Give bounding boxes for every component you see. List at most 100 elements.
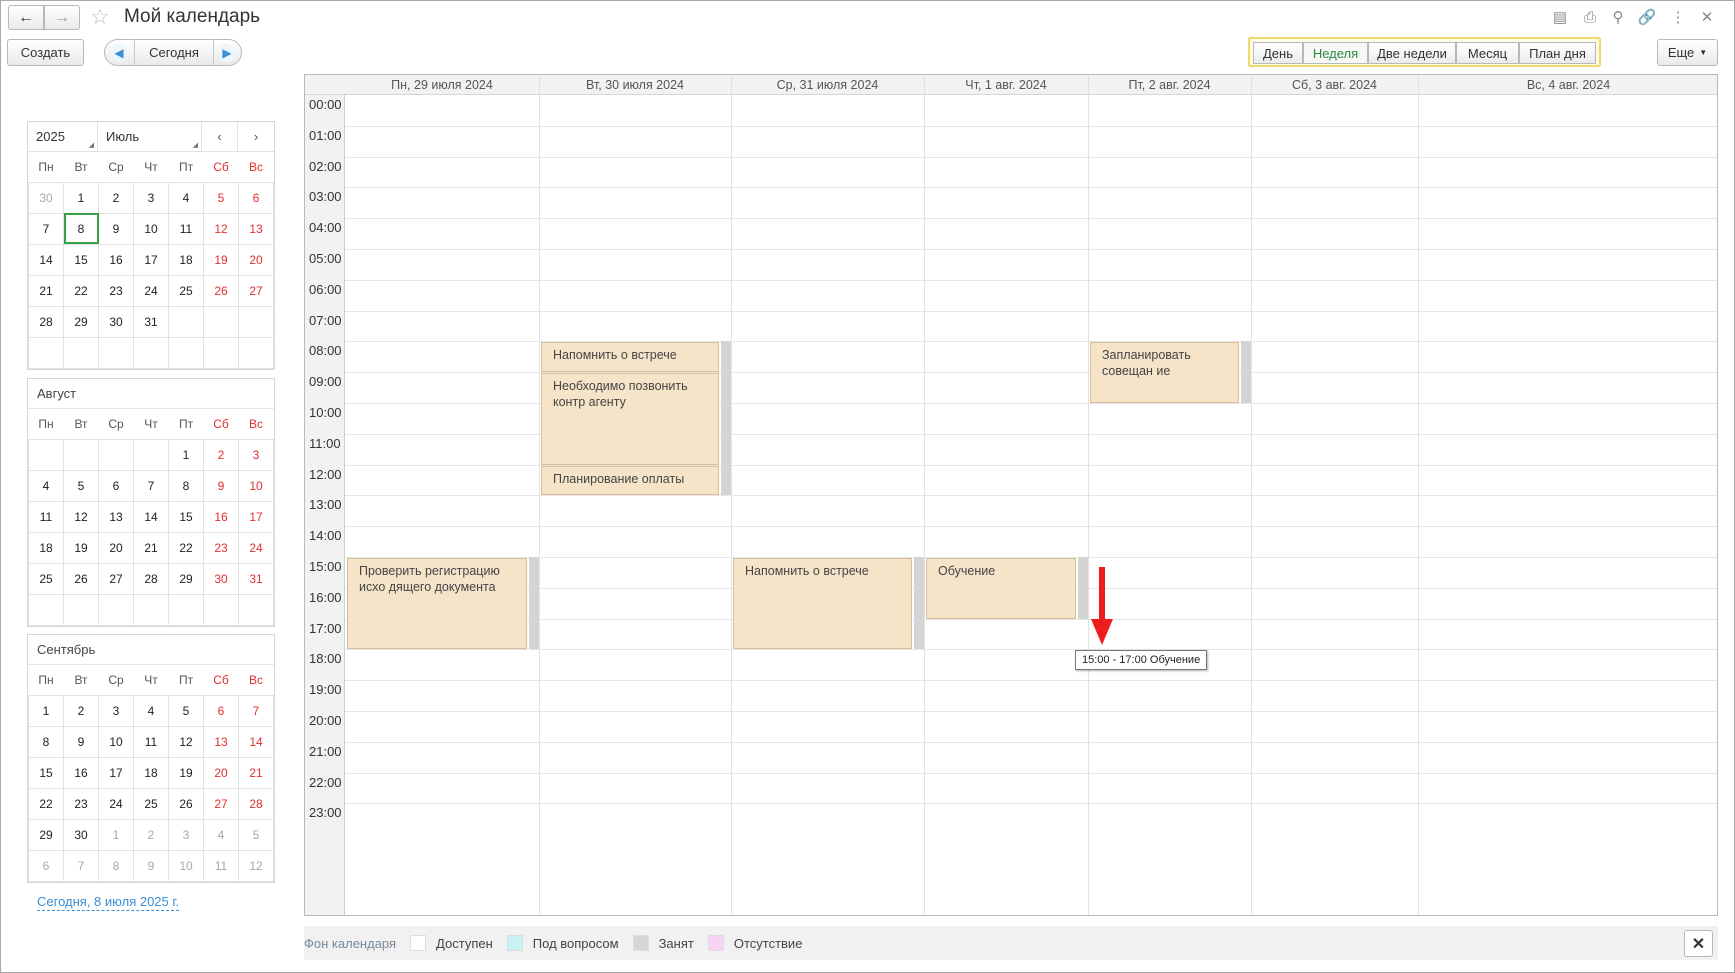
- day-cell[interactable]: 28: [133, 562, 169, 595]
- day-cell[interactable]: 27: [203, 787, 239, 820]
- day-cell[interactable]: 12: [168, 725, 204, 758]
- day-cell[interactable]: 18: [28, 531, 64, 564]
- create-button[interactable]: Создать: [7, 39, 84, 66]
- day-cell[interactable]: 5: [203, 181, 239, 214]
- day-cell[interactable]: 8: [168, 469, 204, 502]
- day-cell[interactable]: 21: [28, 274, 64, 307]
- star-icon[interactable]: ☆: [90, 4, 110, 30]
- day-cell[interactable]: 4: [168, 181, 204, 214]
- day-cell[interactable]: 30: [28, 181, 64, 214]
- print-icon[interactable]: ⎙: [1581, 8, 1599, 26]
- day-cell[interactable]: 9: [98, 212, 134, 245]
- day-cell[interactable]: 22: [63, 274, 99, 307]
- day-cell[interactable]: 8: [28, 725, 64, 758]
- day-cell[interactable]: 12: [238, 849, 274, 882]
- day-cell[interactable]: 19: [63, 531, 99, 564]
- link-icon[interactable]: 🔗: [1638, 8, 1657, 26]
- day-cell[interactable]: 16: [203, 500, 239, 533]
- day-cell[interactable]: 30: [203, 562, 239, 595]
- day-cell[interactable]: 3: [168, 818, 204, 851]
- day-cell[interactable]: 11: [28, 500, 64, 533]
- day-cell[interactable]: 20: [238, 243, 274, 276]
- day-cell[interactable]: 12: [63, 500, 99, 533]
- day-cell[interactable]: 12: [203, 212, 239, 245]
- calendar-event[interactable]: Проверить регистрацию исхо дящего докуме…: [347, 558, 527, 650]
- day-cell[interactable]: 28: [238, 787, 274, 820]
- day-cell[interactable]: 2: [98, 181, 134, 214]
- day-cell[interactable]: 23: [203, 531, 239, 564]
- close-icon[interactable]: ✕: [1698, 8, 1716, 26]
- day-cell[interactable]: 10: [98, 725, 134, 758]
- day-cell[interactable]: 26: [63, 562, 99, 595]
- year-select[interactable]: 2025 ◢: [28, 122, 98, 151]
- view-day-plan-button[interactable]: План дня: [1519, 42, 1596, 64]
- today-button[interactable]: Сегодня: [134, 39, 214, 66]
- day-column-header[interactable]: Вт, 30 июля 2024: [539, 75, 731, 95]
- day-cell[interactable]: 28: [28, 305, 64, 338]
- day-cell[interactable]: 1: [168, 438, 204, 471]
- day-cell[interactable]: 25: [168, 274, 204, 307]
- day-cell[interactable]: 24: [133, 274, 169, 307]
- day-cell[interactable]: 21: [238, 756, 274, 789]
- day-cell[interactable]: 19: [203, 243, 239, 276]
- close-legend-button[interactable]: ✕: [1684, 930, 1713, 957]
- day-cell[interactable]: 5: [238, 818, 274, 851]
- forward-button[interactable]: →: [44, 5, 80, 30]
- day-cell[interactable]: 13: [238, 212, 274, 245]
- day-cell[interactable]: 11: [203, 849, 239, 882]
- day-cell[interactable]: 2: [133, 818, 169, 851]
- day-cell[interactable]: 1: [98, 818, 134, 851]
- more-vert-icon[interactable]: ⋮: [1669, 8, 1687, 26]
- day-cell[interactable]: 25: [28, 562, 64, 595]
- day-cell[interactable]: 27: [238, 274, 274, 307]
- day-cell[interactable]: 13: [203, 725, 239, 758]
- day-cell[interactable]: 11: [168, 212, 204, 245]
- day-cell[interactable]: 29: [28, 818, 64, 851]
- day-cell[interactable]: 30: [98, 305, 134, 338]
- day-cell[interactable]: 10: [168, 849, 204, 882]
- day-cell[interactable]: 9: [203, 469, 239, 502]
- prev-month-button[interactable]: ‹: [202, 122, 238, 151]
- day-cell[interactable]: 27: [98, 562, 134, 595]
- day-cell[interactable]: 16: [98, 243, 134, 276]
- day-cell[interactable]: 16: [63, 756, 99, 789]
- day-cell[interactable]: 6: [28, 849, 64, 882]
- calendar-event[interactable]: Напомнить о встрече: [733, 558, 912, 650]
- day-cell[interactable]: 4: [28, 469, 64, 502]
- day-cell[interactable]: 3: [238, 438, 274, 471]
- next-period-button[interactable]: ▶: [218, 44, 236, 62]
- preview-icon[interactable]: ⚲: [1609, 8, 1627, 26]
- day-cell[interactable]: 29: [168, 562, 204, 595]
- day-cell[interactable]: 1: [63, 181, 99, 214]
- prev-period-button[interactable]: ◀: [110, 44, 128, 62]
- save-icon[interactable]: ▤: [1551, 8, 1569, 26]
- day-cell[interactable]: 8: [63, 212, 99, 245]
- day-cell[interactable]: 11: [133, 725, 169, 758]
- day-cell[interactable]: 15: [168, 500, 204, 533]
- day-cell[interactable]: 18: [168, 243, 204, 276]
- day-cell[interactable]: 30: [63, 818, 99, 851]
- day-cell[interactable]: 15: [63, 243, 99, 276]
- day-cell[interactable]: 1: [28, 694, 64, 727]
- calendar-event[interactable]: Напомнить о встрече: [541, 342, 719, 373]
- day-cell[interactable]: 14: [28, 243, 64, 276]
- month-select[interactable]: Июль ◢: [98, 122, 202, 151]
- view-week-button[interactable]: Неделя: [1303, 42, 1368, 64]
- day-cell[interactable]: 10: [238, 469, 274, 502]
- day-cell[interactable]: 24: [238, 531, 274, 564]
- day-cell[interactable]: 31: [238, 562, 274, 595]
- day-cell[interactable]: 29: [63, 305, 99, 338]
- day-cell[interactable]: 19: [168, 756, 204, 789]
- calendar-event[interactable]: Запланировать совещан ие: [1090, 342, 1239, 403]
- day-cell[interactable]: 13: [98, 500, 134, 533]
- day-cell[interactable]: 14: [238, 725, 274, 758]
- day-cell[interactable]: 14: [133, 500, 169, 533]
- next-month-button[interactable]: ›: [238, 122, 274, 151]
- today-link[interactable]: Сегодня, 8 июля 2025 г.: [37, 894, 180, 911]
- day-cell[interactable]: 5: [63, 469, 99, 502]
- day-cell[interactable]: 5: [168, 694, 204, 727]
- more-button[interactable]: Еще ▼: [1657, 39, 1718, 66]
- day-cell[interactable]: 2: [203, 438, 239, 471]
- day-cell[interactable]: 4: [133, 694, 169, 727]
- day-cell[interactable]: 6: [238, 181, 274, 214]
